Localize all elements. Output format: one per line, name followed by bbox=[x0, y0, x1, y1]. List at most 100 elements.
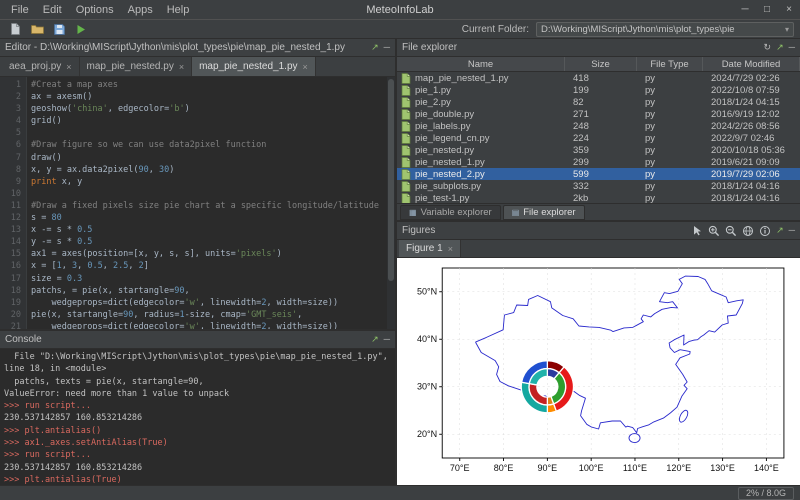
console-line: >>> plt.antialias(True) bbox=[4, 474, 395, 485]
zoom-out-button[interactable] bbox=[725, 225, 737, 237]
file-type: py bbox=[637, 193, 703, 204]
column-header-size[interactable]: Size bbox=[565, 57, 637, 71]
save-button[interactable] bbox=[50, 21, 68, 37]
file-name-cell: pie_subplots.py bbox=[397, 181, 565, 192]
menu-file[interactable]: File bbox=[4, 2, 36, 18]
line-number: 18 bbox=[0, 285, 21, 297]
close-icon[interactable]: × bbox=[448, 244, 453, 254]
tab-label: Variable explorer bbox=[421, 207, 492, 218]
float-icon[interactable]: ↗ bbox=[371, 335, 379, 344]
menu-help[interactable]: Help bbox=[160, 2, 197, 18]
minimize-window-icon[interactable]: ─ bbox=[734, 4, 756, 15]
python-file-icon bbox=[401, 85, 411, 96]
code-line: wedgeprops=dict(edgecolor='w', linewidth… bbox=[31, 297, 395, 309]
minimize-icon[interactable]: ─ bbox=[384, 43, 390, 52]
code-line: grid() bbox=[31, 115, 395, 127]
explorer-bottom-tabs: ▦ Variable explorer ▤ File explorer bbox=[397, 203, 800, 220]
console-line: >>> run script... bbox=[4, 400, 395, 412]
console-output[interactable]: File "D:\Working\MIScript\Jython\mis\plo… bbox=[0, 349, 395, 485]
line-number: 3 bbox=[0, 103, 21, 115]
current-folder-path: D:\Working\MIScript\Jython\mis\plot_type… bbox=[541, 24, 785, 35]
code-line: draw() bbox=[31, 152, 395, 164]
close-icon[interactable]: × bbox=[303, 62, 308, 72]
minimize-icon[interactable]: ─ bbox=[789, 226, 795, 235]
menu-edit[interactable]: Edit bbox=[36, 2, 69, 18]
memory-indicator[interactable]: 2% / 8.0G bbox=[738, 487, 794, 500]
file-type: py bbox=[637, 169, 703, 180]
close-icon[interactable]: × bbox=[66, 62, 71, 72]
file-table-header: Name Size File Type Date Modified bbox=[397, 57, 800, 72]
column-header-name[interactable]: Name bbox=[397, 57, 565, 71]
console-line: >>> plt.antialias() bbox=[4, 425, 395, 437]
menu-options[interactable]: Options bbox=[69, 2, 121, 18]
info-button[interactable] bbox=[759, 225, 771, 237]
file-name-cell: pie_double.py bbox=[397, 109, 565, 120]
figure-canvas[interactable]: 70°E80°E90°E100°E110°E120°E130°E140°E20°… bbox=[397, 258, 800, 485]
file-type: py bbox=[637, 157, 703, 168]
minimize-icon[interactable]: ─ bbox=[384, 335, 390, 344]
new-file-button[interactable] bbox=[6, 21, 24, 37]
scrollbar-thumb[interactable] bbox=[388, 79, 394, 281]
grid-icon: ▦ bbox=[409, 208, 417, 217]
editor-tab[interactable]: map_pie_nested.py× bbox=[80, 57, 193, 76]
code-editor[interactable]: 123456789101112131415161718192021 #Creat… bbox=[0, 77, 395, 329]
current-folder-label: Current Folder: bbox=[462, 24, 529, 35]
table-row[interactable]: map_pie_nested_1.py418py2024/7/29 02:26 bbox=[397, 72, 800, 84]
code-line: ax1 = axes(position=[x, y, s, s], units=… bbox=[31, 248, 395, 260]
table-row[interactable]: pie_subplots.py332py2018/1/24 04:16 bbox=[397, 180, 800, 192]
code-line: y -= s * 0.5 bbox=[31, 236, 395, 248]
svg-text:40°N: 40°N bbox=[417, 334, 437, 344]
run-script-button[interactable] bbox=[72, 21, 90, 37]
menu-list: FileEditOptionsAppsHelp bbox=[4, 2, 196, 18]
svg-text:90°E: 90°E bbox=[538, 463, 558, 473]
table-row[interactable]: pie_2.py82py2018/1/24 04:15 bbox=[397, 96, 800, 108]
refresh-icon[interactable]: ↻ bbox=[764, 43, 772, 52]
table-row[interactable]: pie_nested_1.py299py2019/6/21 09:09 bbox=[397, 156, 800, 168]
console-line: File "D:\Working\MIScript\Jython\mis\plo… bbox=[4, 351, 395, 363]
zoom-in-button[interactable] bbox=[708, 225, 720, 237]
select-cursor-button[interactable] bbox=[692, 225, 703, 236]
table-row[interactable]: pie_nested_2.py599py2019/7/29 02:06 bbox=[397, 168, 800, 180]
editor-scrollbar[interactable] bbox=[387, 77, 395, 329]
maximize-window-icon[interactable]: □ bbox=[756, 4, 778, 15]
open-file-button[interactable] bbox=[28, 21, 46, 37]
figures-panel-header: Figures ↗ ─ bbox=[397, 222, 800, 240]
svg-text:130°E: 130°E bbox=[710, 463, 735, 473]
table-row[interactable]: pie_test-1.py2kbpy2018/1/24 04:16 bbox=[397, 192, 800, 203]
minimize-icon[interactable]: ─ bbox=[789, 43, 795, 52]
full-extent-button[interactable] bbox=[742, 225, 754, 237]
float-icon[interactable]: ↗ bbox=[776, 43, 784, 52]
table-row[interactable]: pie_labels.py248py2024/2/26 08:56 bbox=[397, 120, 800, 132]
table-row[interactable]: pie_double.py271py2016/9/19 12:02 bbox=[397, 108, 800, 120]
line-number: 20 bbox=[0, 309, 21, 321]
tab-file-explorer[interactable]: ▤ File explorer bbox=[503, 205, 585, 220]
close-window-icon[interactable]: × bbox=[778, 4, 800, 15]
editor-tabbar: aea_proj.py×map_pie_nested.py×map_pie_ne… bbox=[0, 57, 395, 77]
table-row[interactable]: pie_legend_cn.py224py2022/9/7 02:46 bbox=[397, 132, 800, 144]
current-folder-combo[interactable]: D:\Working\MIScript\Jython\mis\plot_type… bbox=[536, 22, 794, 37]
tab-variable-explorer[interactable]: ▦ Variable explorer bbox=[400, 205, 501, 220]
chevron-down-icon[interactable]: ▾ bbox=[785, 25, 789, 34]
float-icon[interactable]: ↗ bbox=[371, 43, 379, 52]
editor-tab[interactable]: map_pie_nested_1.py× bbox=[192, 57, 316, 76]
line-number: 17 bbox=[0, 273, 21, 285]
menu-apps[interactable]: Apps bbox=[121, 2, 160, 18]
file-size: 418 bbox=[565, 73, 637, 84]
float-icon[interactable]: ↗ bbox=[776, 226, 784, 235]
table-row[interactable]: pie_nested.py359py2020/10/18 05:36 bbox=[397, 144, 800, 156]
column-header-datemodified[interactable]: Date Modified bbox=[703, 57, 800, 71]
console-panel-header: Console ↗ ─ bbox=[0, 331, 395, 349]
file-type: py bbox=[637, 73, 703, 84]
console-line: line 18, in <module> bbox=[4, 363, 395, 375]
file-table: Name Size File Type Date Modified map_pi… bbox=[397, 57, 800, 203]
svg-text:20°N: 20°N bbox=[417, 429, 437, 439]
figure-tab[interactable]: Figure 1 × bbox=[399, 240, 461, 257]
figure-tab-label: Figure 1 bbox=[406, 243, 443, 254]
statusbar: 2% / 8.0G bbox=[0, 485, 800, 500]
close-icon[interactable]: × bbox=[179, 62, 184, 72]
table-row[interactable]: pie_1.py199py2022/10/8 07:59 bbox=[397, 84, 800, 96]
column-header-filetype[interactable]: File Type bbox=[637, 57, 703, 71]
figures-panel-title: Figures bbox=[402, 225, 435, 236]
editor-tab[interactable]: aea_proj.py× bbox=[2, 57, 80, 76]
line-number: 9 bbox=[0, 176, 21, 188]
